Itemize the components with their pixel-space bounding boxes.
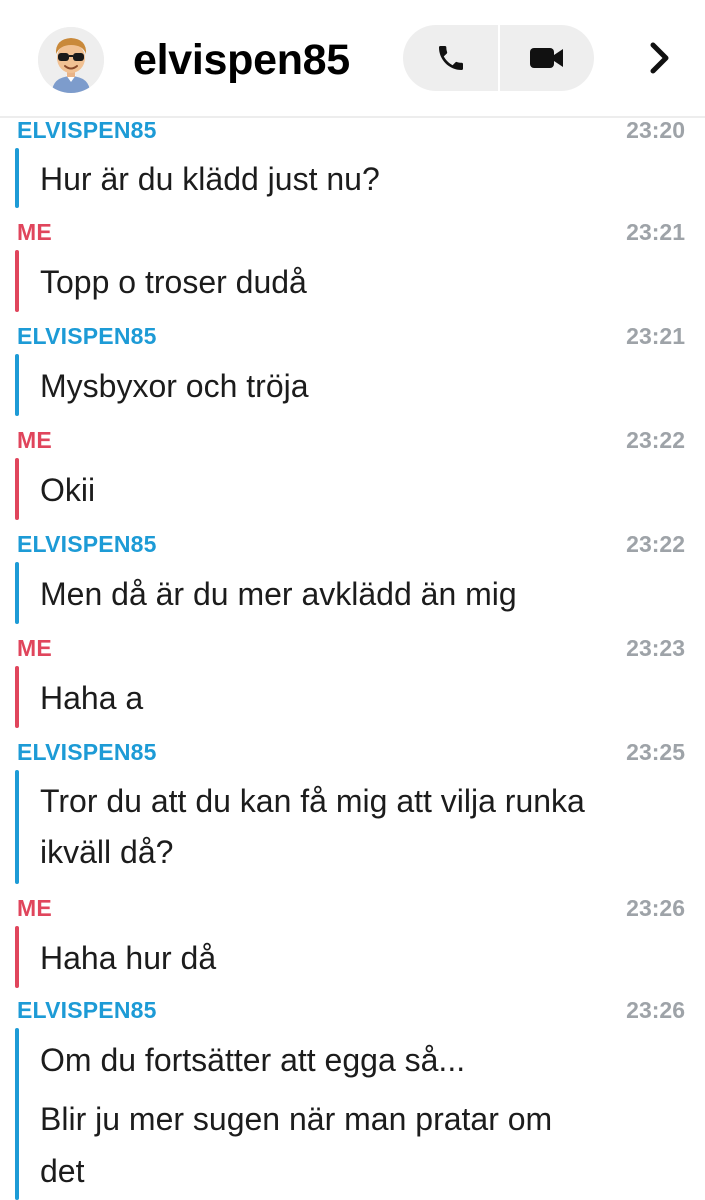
more-button[interactable] [640, 36, 680, 80]
message-bar [15, 926, 19, 988]
sender-name: ELVISPEN85 [17, 997, 157, 1023]
call-actions [403, 25, 594, 91]
message-list[interactable]: ELVISPEN85 23:20 Hur är du klädd just nu… [0, 118, 705, 1200]
message-bar [15, 562, 19, 624]
message-bar [15, 250, 19, 312]
message-bar [15, 148, 19, 208]
message-bar [15, 1028, 19, 1200]
message-bar [15, 458, 19, 520]
message-text[interactable]: Blir ju mer sugen när man pratar om [40, 1093, 695, 1145]
message-text[interactable]: Hur är du klädd just nu? [40, 153, 695, 205]
message-text[interactable]: Haha a [40, 672, 695, 724]
page-title[interactable]: elvispen85 [133, 32, 350, 88]
message-text[interactable]: Haha hur då [40, 932, 695, 984]
chat-header: elvispen85 [0, 0, 705, 118]
bitmoji-avatar-icon [38, 27, 104, 93]
video-camera-icon [529, 48, 563, 68]
timestamp: 23:20 [626, 118, 685, 143]
timestamp: 23:25 [626, 739, 685, 765]
message-bar [15, 666, 19, 728]
message-text[interactable]: Topp o troser dudå [40, 256, 695, 308]
voice-call-button[interactable] [403, 25, 498, 91]
message-text-continued[interactable]: ikväll då? [40, 826, 695, 878]
sender-name: ELVISPEN85 [17, 323, 157, 349]
avatar[interactable] [38, 27, 104, 93]
chevron-right-icon [650, 42, 669, 74]
message-text[interactable]: Men då är du mer avklädd än mig [40, 568, 695, 620]
video-call-button[interactable] [499, 25, 594, 91]
message-bar [15, 770, 19, 884]
timestamp: 23:21 [626, 219, 685, 245]
sender-name: ME [17, 635, 52, 661]
timestamp: 23:22 [626, 531, 685, 557]
timestamp: 23:22 [626, 427, 685, 453]
timestamp: 23:26 [626, 997, 685, 1023]
message-text-continued[interactable]: det [40, 1145, 695, 1197]
phone-icon [438, 46, 463, 70]
sender-name: ME [17, 427, 52, 453]
message-text[interactable]: Om du fortsätter att egga så... [40, 1034, 695, 1086]
message-bar [15, 354, 19, 416]
message-text[interactable]: Okii [40, 464, 695, 516]
sender-name: ME [17, 895, 52, 921]
sender-name: ELVISPEN85 [17, 531, 157, 557]
sender-name: ELVISPEN85 [17, 118, 157, 143]
timestamp: 23:23 [626, 635, 685, 661]
message-text[interactable]: Tror du att du kan få mig att vilja runk… [40, 775, 695, 827]
sender-name: ELVISPEN85 [17, 739, 157, 765]
sender-name: ME [17, 219, 52, 245]
timestamp: 23:21 [626, 323, 685, 349]
timestamp: 23:26 [626, 895, 685, 921]
message-text[interactable]: Mysbyxor och tröja [40, 360, 695, 412]
